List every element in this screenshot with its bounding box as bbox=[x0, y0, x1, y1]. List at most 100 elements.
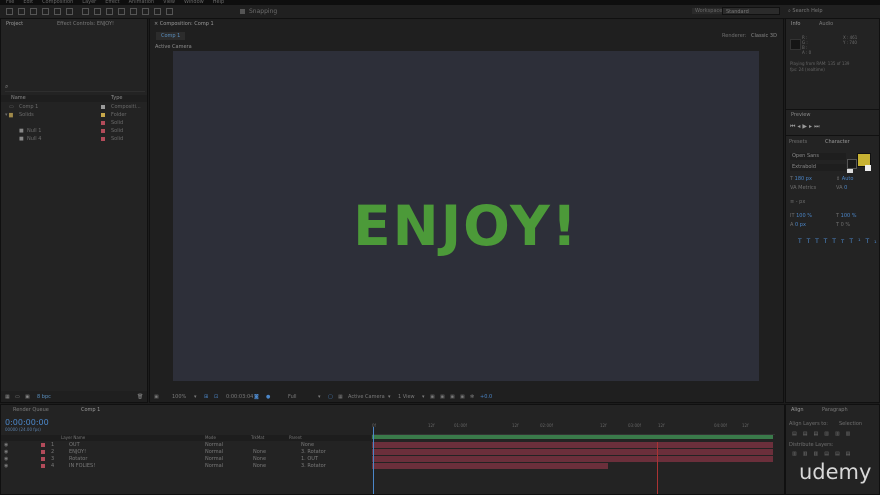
comp-nav-button[interactable]: Comp 1 bbox=[156, 32, 186, 40]
project-item[interactable]: ■ Null 1 Solid bbox=[5, 127, 145, 135]
vertical-scale-value[interactable]: 100 % bbox=[796, 213, 812, 219]
project-search-input[interactable]: ⌕ bbox=[5, 83, 145, 92]
reset-exposure-icon[interactable]: ✻ bbox=[470, 394, 474, 400]
distribute-right-icon[interactable]: ▤ bbox=[846, 451, 857, 457]
layer-parent[interactable]: None bbox=[301, 442, 314, 449]
column-mode[interactable]: Mode bbox=[205, 435, 216, 441]
mask-tool-icon[interactable] bbox=[82, 8, 89, 15]
workspace-select[interactable]: Standard bbox=[722, 7, 780, 15]
layer-parent[interactable]: 3. Rotator bbox=[301, 463, 326, 470]
bit-depth-button[interactable]: 8 bpc bbox=[37, 391, 51, 402]
selection-tool-icon[interactable] bbox=[6, 8, 13, 15]
distribute-center-h-icon[interactable]: ▤ bbox=[835, 451, 846, 457]
distribute-top-icon[interactable]: ▥ bbox=[792, 451, 803, 457]
time-ruler[interactable]: 0f 12f 01:00f 12f 02:00f 12f 03:00f 12f … bbox=[372, 423, 775, 435]
align-bottom-icon[interactable]: ▥ bbox=[846, 431, 857, 437]
tab-align[interactable]: Align bbox=[791, 407, 804, 413]
tab-preview[interactable]: Preview bbox=[791, 112, 810, 118]
tab-project[interactable]: Project bbox=[6, 21, 23, 27]
clone-tool-icon[interactable] bbox=[130, 8, 137, 15]
font-family-select[interactable]: Open Sans bbox=[790, 153, 846, 160]
all-caps-icon[interactable]: TT bbox=[815, 238, 832, 245]
layer-mode[interactable]: Normal bbox=[205, 449, 223, 456]
align-center-h-icon[interactable]: ▤ bbox=[803, 431, 814, 437]
camera-tool-icon[interactable] bbox=[54, 8, 61, 15]
font-size-value[interactable]: 180 px bbox=[795, 176, 812, 182]
tab-character[interactable]: Character bbox=[825, 139, 850, 145]
puppet-tool-icon[interactable] bbox=[166, 8, 173, 15]
last-frame-icon[interactable]: ⏭ bbox=[814, 123, 821, 130]
black-white-swatch[interactable] bbox=[847, 169, 853, 173]
resolution-select[interactable]: Full bbox=[288, 394, 297, 400]
flowchart-icon[interactable]: ▣ bbox=[460, 394, 465, 400]
layer-parent[interactable]: 3. Rotator bbox=[301, 449, 326, 456]
column-layer-name[interactable]: Layer Name bbox=[61, 435, 85, 441]
align-center-v-icon[interactable]: ▥ bbox=[835, 431, 846, 437]
layer-trkmat[interactable]: None bbox=[253, 463, 266, 470]
project-item[interactable]: ▭ Comp 1 Compositi... bbox=[5, 103, 145, 111]
timeline-layer-row[interactable]: ◉ 1 OUT Normal None bbox=[1, 442, 371, 449]
project-item[interactable]: ▾ ▆ Solids Folder bbox=[5, 111, 145, 119]
font-style-select[interactable]: Extrabold bbox=[790, 164, 846, 171]
work-area-bar[interactable] bbox=[372, 435, 773, 439]
tab-composition[interactable]: × Composition: Comp 1 bbox=[154, 21, 214, 27]
tab-paragraph[interactable]: Paragraph bbox=[822, 407, 848, 413]
eye-icon[interactable]: ◉ bbox=[4, 463, 8, 470]
hand-tool-icon[interactable] bbox=[18, 8, 25, 15]
timeline-layer-row[interactable]: ◉ 2 ENJOY! Normal None 3. Rotator bbox=[1, 449, 371, 456]
current-time-display[interactable]: 0:00:03:04 bbox=[226, 394, 253, 400]
renderer-value[interactable]: Classic 3D bbox=[751, 33, 777, 39]
interpret-footage-icon[interactable]: ▦ bbox=[5, 391, 10, 402]
distribute-center-v-icon[interactable]: ▥ bbox=[803, 451, 814, 457]
faux-bold-icon[interactable]: T bbox=[798, 238, 807, 245]
zoom-tool-icon[interactable] bbox=[30, 8, 37, 15]
kerning-value[interactable]: Metrics bbox=[798, 185, 816, 191]
eraser-tool-icon[interactable] bbox=[142, 8, 149, 15]
trash-icon[interactable]: 🗑 bbox=[137, 391, 143, 402]
channel-icon[interactable]: ● bbox=[266, 394, 270, 400]
zoom-select[interactable]: 100% bbox=[172, 394, 186, 400]
tab-audio[interactable]: Audio bbox=[819, 21, 833, 27]
layer-bar[interactable] bbox=[372, 442, 773, 448]
camera-view-select[interactable]: Active Camera bbox=[348, 394, 385, 400]
viewer-text-layer[interactable]: ENJOY! bbox=[173, 196, 759, 256]
new-comp-icon[interactable]: ▣ bbox=[25, 391, 30, 402]
safe-zones-icon[interactable]: ⊞ bbox=[204, 394, 208, 400]
leading-value[interactable]: Auto bbox=[842, 176, 854, 182]
layer-bar[interactable] bbox=[372, 456, 773, 462]
snapshot-icon[interactable]: ◙ bbox=[254, 394, 259, 400]
distribute-left-icon[interactable]: ▤ bbox=[824, 451, 835, 457]
layer-bar[interactable] bbox=[372, 449, 773, 455]
roto-brush-tool-icon[interactable] bbox=[154, 8, 161, 15]
grid-icon[interactable]: ⊡ bbox=[214, 394, 218, 400]
tab-effect-controls[interactable]: Effect Controls: ENJOY! bbox=[57, 21, 114, 27]
column-trkmat[interactable]: TrkMat bbox=[251, 435, 264, 441]
align-right-icon[interactable]: ▤ bbox=[813, 431, 824, 437]
playhead[interactable] bbox=[373, 427, 374, 494]
tab-presets[interactable]: Presets bbox=[789, 139, 807, 145]
folder-expand-icon[interactable]: ▾ bbox=[5, 111, 8, 119]
transparency-grid-icon[interactable]: ▦ bbox=[338, 394, 343, 400]
distribute-bottom-icon[interactable]: ▥ bbox=[813, 451, 824, 457]
tracking-value[interactable]: 0 bbox=[844, 185, 847, 191]
new-folder-icon[interactable]: ▭ bbox=[15, 391, 20, 402]
view-layout-select[interactable]: 1 View bbox=[398, 394, 415, 400]
layer-mode[interactable]: Normal bbox=[205, 463, 223, 470]
toggle-pixel-aspect-icon[interactable]: ▣ bbox=[430, 394, 435, 400]
subscript-icon[interactable]: T₁ bbox=[866, 238, 880, 245]
brush-tool-icon[interactable] bbox=[118, 8, 125, 15]
align-left-icon[interactable]: ▤ bbox=[792, 431, 803, 437]
tsume-value[interactable]: 0 % bbox=[841, 222, 851, 228]
search-help-input[interactable]: ⌕ Search Help bbox=[788, 7, 874, 15]
align-top-icon[interactable]: ▥ bbox=[824, 431, 835, 437]
fast-previews-icon[interactable]: ▣ bbox=[440, 394, 445, 400]
eye-icon[interactable]: ◉ bbox=[4, 456, 8, 463]
project-item[interactable]: Solid bbox=[5, 119, 145, 127]
tab-comp-1-timeline[interactable]: Comp 1 bbox=[81, 407, 100, 413]
baseline-value[interactable]: 0 px bbox=[795, 222, 806, 228]
layer-parent[interactable]: 1. OUT bbox=[301, 456, 318, 463]
always-preview-icon[interactable]: ▣ bbox=[154, 394, 159, 400]
tab-render-queue[interactable]: Render Queue bbox=[13, 407, 49, 413]
white-swatch[interactable] bbox=[865, 165, 871, 171]
exposure-value[interactable]: +0.0 bbox=[480, 394, 492, 400]
